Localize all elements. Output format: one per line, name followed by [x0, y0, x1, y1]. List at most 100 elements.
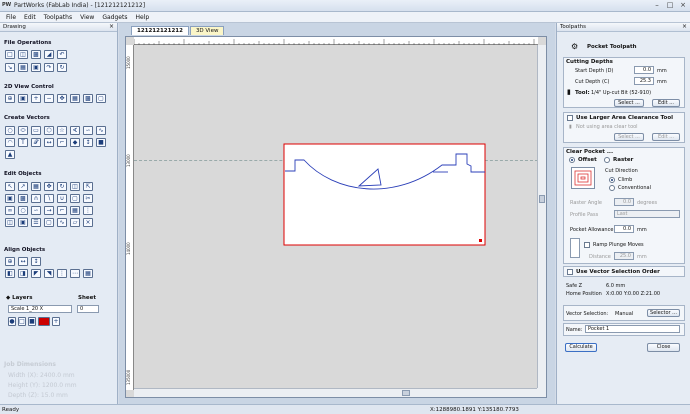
- minimize-icon[interactable]: –: [652, 1, 662, 10]
- align-bottom-icon[interactable]: ◥: [44, 269, 54, 278]
- pan-icon[interactable]: ✥: [57, 94, 67, 103]
- sheet-select[interactable]: 0: [77, 305, 99, 313]
- raster-radio[interactable]: [604, 157, 610, 163]
- snap-icon[interactable]: ▩: [83, 94, 93, 103]
- node-edit-icon[interactable]: ↗: [18, 182, 28, 191]
- folder-icon[interactable]: ◢: [44, 50, 54, 59]
- menu-file[interactable]: File: [6, 14, 16, 21]
- lock-icon[interactable]: ▣: [18, 218, 28, 227]
- conventional-radio[interactable]: [609, 185, 615, 191]
- climb-radio[interactable]: [609, 177, 615, 183]
- tab-3d-view[interactable]: 3D View: [189, 26, 225, 35]
- vertical-scrollbar[interactable]: [537, 45, 546, 390]
- nest-icon[interactable]: ▦: [70, 206, 80, 215]
- curve-fit-icon[interactable]: ∿: [57, 218, 67, 227]
- cut-depth-input[interactable]: 25.3: [634, 77, 654, 85]
- tool-edit-button[interactable]: Edit ...: [652, 99, 680, 107]
- selector-button[interactable]: Selector ...: [647, 309, 680, 317]
- raster-angle-input[interactable]: 0.0: [614, 198, 634, 206]
- tool-select-button[interactable]: Select ...: [614, 99, 644, 107]
- drawing-canvas[interactable]: [134, 45, 538, 390]
- larger-area-checkbox[interactable]: [567, 115, 573, 121]
- dimension-icon[interactable]: ↔: [44, 138, 54, 147]
- redo-icon[interactable]: ↷: [44, 63, 54, 72]
- calculate-button[interactable]: Calculate: [565, 343, 597, 352]
- polyline-icon[interactable]: ∢: [70, 126, 80, 135]
- star-icon[interactable]: ☆: [57, 126, 67, 135]
- start-depth-input[interactable]: 0.0: [634, 66, 654, 74]
- intersect-icon[interactable]: ∪: [57, 194, 67, 203]
- ellipse-icon[interactable]: ⬭: [18, 126, 28, 135]
- menu-view[interactable]: View: [80, 14, 94, 21]
- ramp-plunge-checkbox[interactable]: [584, 242, 590, 248]
- horizontal-scrollbar[interactable]: [134, 388, 539, 397]
- area-edit-button[interactable]: Edit ...: [652, 133, 680, 141]
- trace-icon[interactable]: ■: [96, 138, 106, 147]
- scale-icon[interactable]: ⇱: [83, 182, 93, 191]
- lock-layer-icon[interactable]: □: [18, 317, 26, 326]
- refresh-icon[interactable]: ↻: [57, 63, 67, 72]
- toolpath-name-input[interactable]: Pocket 1: [585, 325, 680, 333]
- add-layer-icon[interactable]: +: [52, 317, 60, 326]
- tab-drawing[interactable]: 121212121212: [131, 26, 189, 35]
- measure-icon[interactable]: ↕: [83, 138, 93, 147]
- menu-gadgets[interactable]: Gadgets: [102, 14, 127, 21]
- bulb-icon[interactable]: ●: [8, 317, 16, 326]
- trim-icon[interactable]: ✂: [83, 194, 93, 203]
- close-icon[interactable]: ×: [678, 1, 688, 10]
- save-icon[interactable]: ▩: [31, 50, 41, 59]
- color-icon[interactable]: ■: [28, 317, 36, 326]
- array-icon[interactable]: ⋮: [83, 206, 93, 215]
- transform-icon[interactable]: ▦: [31, 182, 41, 191]
- weld-icon[interactable]: ∩: [31, 194, 41, 203]
- text-on-curve-icon[interactable]: 𝓣: [31, 138, 41, 147]
- space-v-icon[interactable]: ⋯: [70, 269, 80, 278]
- subtract-icon[interactable]: ∖: [44, 194, 54, 203]
- draw-icon[interactable]: ▲: [5, 150, 15, 159]
- ungroup-icon[interactable]: ▩: [18, 194, 28, 203]
- group-icon[interactable]: ▣: [5, 194, 15, 203]
- select-icon[interactable]: ↖: [5, 182, 15, 191]
- zoom-out-icon[interactable]: −: [44, 94, 54, 103]
- vector-order-checkbox[interactable]: [567, 269, 573, 275]
- move-icon[interactable]: ✥: [44, 182, 54, 191]
- align-vcenter-icon[interactable]: ↕: [31, 257, 41, 266]
- copy-icon[interactable]: ◫: [5, 218, 15, 227]
- grid-icon[interactable]: ▦: [70, 94, 80, 103]
- extend-icon[interactable]: →: [44, 206, 54, 215]
- close-vector-icon[interactable]: ○: [18, 206, 28, 215]
- align-top-icon[interactable]: ◤: [31, 269, 41, 278]
- offset-radio[interactable]: [569, 157, 575, 163]
- scroll-thumb[interactable]: [539, 195, 545, 203]
- area-select-button[interactable]: Select ...: [614, 133, 644, 141]
- layer-color-swatch[interactable]: [38, 317, 50, 326]
- align-hcenter-icon[interactable]: ↔: [18, 257, 28, 266]
- maximize-icon[interactable]: □: [665, 1, 675, 10]
- undo-icon[interactable]: ↶: [57, 50, 67, 59]
- fillet-edit-icon[interactable]: ⌐: [57, 206, 67, 215]
- polygon-icon[interactable]: ⬡: [44, 126, 54, 135]
- close-icon[interactable]: ×: [682, 23, 687, 30]
- rotate-icon[interactable]: ↻: [57, 182, 67, 191]
- text-icon[interactable]: T: [18, 138, 28, 147]
- tab-icon[interactable]: ▢: [44, 218, 54, 227]
- menu-toolpaths[interactable]: Toolpaths: [44, 14, 72, 21]
- scroll-thumb[interactable]: [402, 390, 410, 396]
- spline-icon[interactable]: ∿: [96, 126, 106, 135]
- menu-help[interactable]: Help: [135, 14, 149, 21]
- 2d-viewport[interactable]: 15000 13000 14000 135000: [125, 36, 547, 398]
- new-file-icon[interactable]: □: [5, 50, 15, 59]
- job-setup-icon[interactable]: ▦: [18, 63, 28, 72]
- fillet-icon[interactable]: ⌐: [57, 138, 67, 147]
- close-icon[interactable]: ×: [109, 23, 114, 30]
- align-center-icon[interactable]: ⊕: [5, 257, 15, 266]
- zoom-in-icon[interactable]: +: [31, 94, 41, 103]
- node-icon[interactable]: ◆: [70, 138, 80, 147]
- fit-icon[interactable]: ▢: [96, 94, 106, 103]
- pocket-allowance-input[interactable]: 0.0: [614, 225, 634, 233]
- offset-icon[interactable]: ▢: [70, 194, 80, 203]
- import-icon[interactable]: ↘: [5, 63, 15, 72]
- zoom-box-icon[interactable]: ▣: [18, 94, 28, 103]
- smooth-icon[interactable]: ∽: [31, 206, 41, 215]
- circle-icon[interactable]: ○: [5, 126, 15, 135]
